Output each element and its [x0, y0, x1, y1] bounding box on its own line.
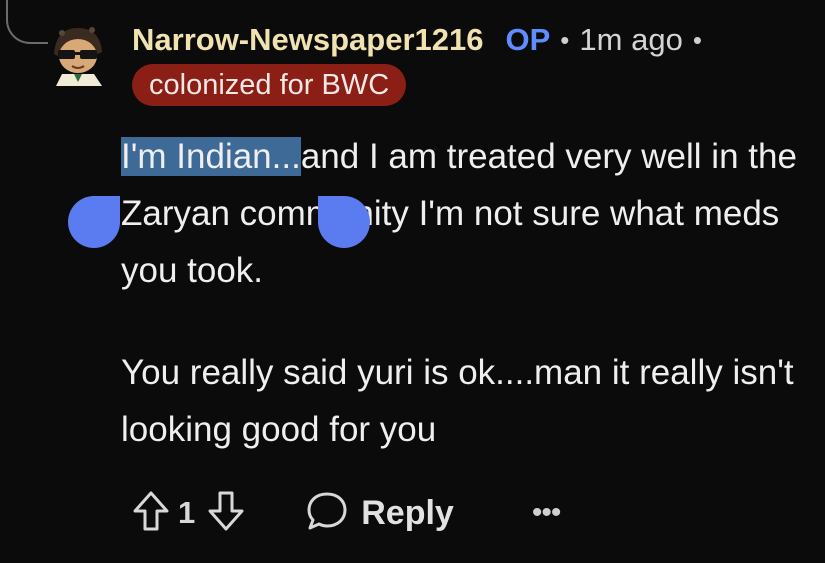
comment-paragraph: I'm Indian...and I am treated very well … [121, 128, 821, 299]
avatar-icon [54, 27, 102, 86]
username-link[interactable]: Narrow-Newspaper1216 [132, 22, 484, 58]
comment-body[interactable]: I'm Indian...and I am treated very well … [121, 128, 821, 458]
timestamp: 1m ago [579, 22, 683, 57]
op-badge: OP [505, 22, 551, 57]
separator-dot: • [692, 25, 702, 55]
avatar[interactable] [48, 18, 110, 86]
selection-end-handle[interactable] [318, 196, 370, 248]
comment-actions: 1 Reply ••• [132, 487, 561, 539]
comment-header: Narrow-Newspaper1216 OP • 1m ago • [132, 22, 712, 58]
selection-start-handle[interactable] [68, 196, 120, 248]
separator-dot: • [560, 25, 570, 55]
thread-line [6, 0, 48, 44]
more-options-icon[interactable]: ••• [532, 496, 561, 530]
reply-label: Reply [361, 493, 454, 532]
user-flair: colonized for BWC [132, 64, 407, 106]
comment-paragraph: You really said yuri is ok....man it rea… [121, 353, 794, 449]
downvote-icon[interactable] [207, 489, 245, 538]
vote-count: 1 [178, 495, 196, 530]
speech-bubble-icon [305, 490, 349, 537]
selected-text[interactable]: I'm Indian... [121, 137, 301, 176]
upvote-icon[interactable] [132, 489, 170, 538]
reply-button[interactable]: Reply [305, 490, 454, 537]
